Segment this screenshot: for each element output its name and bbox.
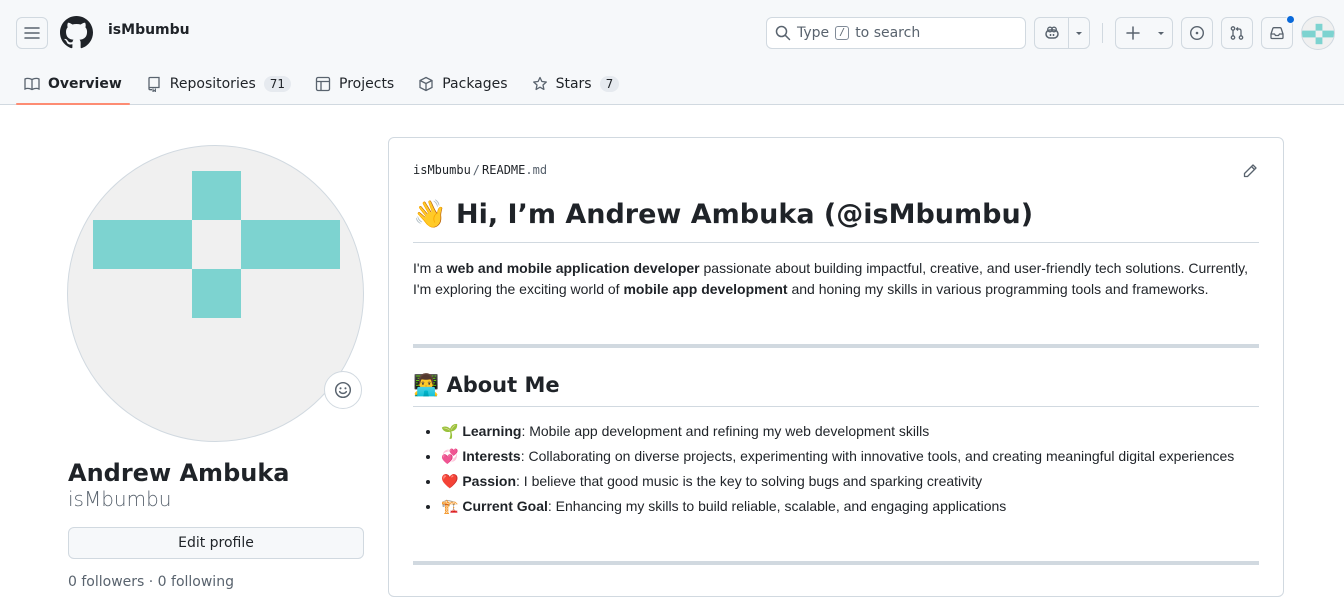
tab-label: Stars [555,76,592,92]
horizontal-rule [413,561,1259,565]
about-heading: 👨‍💻 About Me [413,370,1259,407]
menu-button[interactable] [16,17,48,49]
list-item: ❤️ Passion: I believe that good music is… [441,471,1259,492]
intro-text: I'm a [413,260,447,276]
item-text: : I believe that good music is the key t… [516,473,983,489]
user-menu-avatar[interactable] [1301,16,1335,50]
search-shortcut-key: / [835,26,850,40]
pencil-icon [1243,164,1257,178]
item-text: : Enhancing my skills to build reliable,… [547,498,1007,514]
tab-label: Repositories [169,76,256,92]
issues-button[interactable] [1181,17,1213,49]
construction-emoji-icon: 🏗️ [441,498,459,514]
git-pull-request-icon [1230,26,1244,40]
book-icon [24,77,40,91]
tab-projects[interactable]: Projects [307,64,402,104]
readme-path-file[interactable]: README [482,163,525,177]
tab-stars[interactable]: Stars 7 [524,64,628,104]
create-new-button[interactable] [1115,17,1173,49]
tab-repositories[interactable]: Repositories 71 [138,64,299,104]
readme-intro-paragraph: I'm a web and mobile application develop… [413,258,1259,300]
path-separator: / [472,163,481,177]
intro-bold: web and mobile application developer [446,260,700,276]
item-text: : Mobile app development and refining my… [521,423,930,439]
hamburger-icon [24,27,40,39]
smiley-icon [334,381,352,399]
triangle-down-icon [1158,32,1164,35]
profile-username: isMbumbu [68,487,172,511]
repositories-count-badge: 71 [263,76,292,92]
readme-title: 👋 Hi, I’m Andrew Ambuka (@isMbumbu) [413,196,1259,243]
identicon-avatar-icon [93,171,340,318]
search-suffix: to search [855,25,921,41]
item-text: : Collaborating on diverse projects, exp… [520,448,1235,464]
star-icon [532,76,547,91]
search-input[interactable]: Type / to search [766,17,1026,49]
table-icon [315,76,331,92]
context-owner-link[interactable]: isMbumbu [108,22,190,38]
item-label: Current Goal [462,498,548,514]
global-header: isMbumbu Type / to search Overview Repos… [0,0,1344,105]
about-list: 🌱 Learning: Mobile app development and r… [413,421,1259,521]
set-status-button[interactable] [324,371,362,409]
issue-opened-icon [1189,25,1205,41]
copilot-button[interactable] [1034,17,1090,49]
readme-path-extension: .md [525,163,548,177]
tab-label: Packages [442,76,508,92]
pull-requests-button[interactable] [1221,17,1253,49]
copilot-dropdown[interactable] [1069,28,1089,38]
item-label: Interests [462,448,521,464]
identicon-avatar-icon [1302,23,1334,45]
profile-full-name: Andrew Ambuka [68,459,290,487]
seedling-emoji-icon: 🌱 [441,423,459,439]
tab-label: Overview [48,76,122,92]
list-item: 💞 Interests: Collaborating on diverse pr… [441,446,1259,467]
header-divider [1102,23,1103,43]
list-item: 🌱 Learning: Mobile app development and r… [441,421,1259,442]
tab-packages[interactable]: Packages [410,64,515,104]
plus-icon [1126,26,1140,40]
github-logo-icon[interactable] [60,16,93,49]
readme-path-owner[interactable]: isMbumbu [413,163,471,177]
inbox-icon [1270,27,1284,40]
stars-count-badge: 7 [599,76,620,92]
horizontal-rule [413,344,1259,348]
copilot-icon [1044,26,1059,39]
followers-summary[interactable]: 0 followers · 0 following [68,574,234,590]
list-item: 🏗️ Current Goal: Enhancing my skills to … [441,496,1259,517]
triangle-down-icon [1076,32,1082,35]
item-label: Passion [462,473,517,489]
heart-emoji-icon: ❤️ [441,473,459,489]
readme-card: isMbumbu / README.md 👋 Hi, I’m Andrew Ambu… [388,137,1284,597]
repo-icon [148,76,160,92]
item-label: Learning [462,423,522,439]
package-icon [419,76,433,92]
search-prefix: Type [797,25,830,41]
intro-text: and honing my skills in various programm… [787,281,1209,297]
hearts-emoji-icon: 💞 [441,448,459,464]
readme-path: isMbumbu / README.md [413,163,547,177]
intro-bold: mobile app development [623,281,788,297]
search-icon [775,25,791,41]
edit-profile-button[interactable]: Edit profile [68,527,364,559]
tab-overview[interactable]: Overview [16,64,130,105]
tab-label: Projects [339,76,395,92]
profile-avatar[interactable] [67,145,364,442]
unread-notification-dot [1286,15,1295,24]
profile-tabs: Overview Repositories 71 Projects Packag… [16,64,635,105]
edit-readme-button[interactable] [1242,163,1258,183]
